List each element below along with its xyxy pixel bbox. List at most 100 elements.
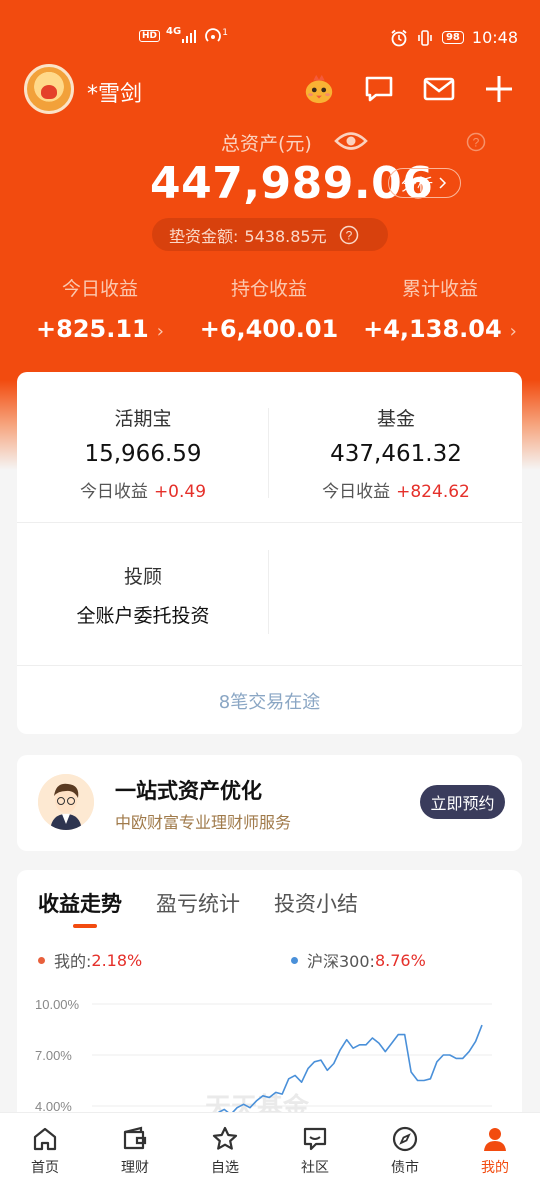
asset-title: 投顾 [123,566,162,588]
chevron-right-icon: › [509,321,517,342]
assets-card: 活期宝 15,966.59 今日收益 +0.49 基金 437,461.32 今日… [17,372,522,734]
advisor-avatar [38,774,94,830]
cumulative-income[interactable]: 累计收益 +4,138.04 › [350,274,530,343]
home-icon [33,1127,57,1151]
legend-label: 沪深300: [307,952,375,971]
avatar[interactable] [24,64,74,114]
chevron-right-icon [439,177,447,189]
divider [17,522,522,523]
legend-value: 2.18% [91,950,143,970]
hotspot-icon: 1 [204,28,228,44]
nav-label: 首页 [31,1160,59,1176]
status-bar: HD 4G 1 98 10:48 [0,22,540,54]
advance-label: 垫资金额: [169,226,239,246]
income-row: 今日收益 +825.11 › 持仓收益 +6,400.01 累计收益 +4,138… [0,274,540,348]
advisor-subtitle: 中欧财富专业理财师服务 [115,813,292,832]
holding-income-value: +6,400.01 [199,315,339,343]
legend-dot [38,956,45,964]
advance-value: 5438.85元 [244,226,327,246]
nav-item-me[interactable]: 我的 [450,1125,540,1177]
active-tab-indicator [73,924,97,928]
advisor-title: 一站式资产优化 [115,779,262,803]
legend-label: 我的: [54,952,92,971]
nav-label: 债市 [391,1160,419,1176]
legend-value: 8.76% [374,950,426,970]
hd-badge: HD [139,30,161,42]
cumulative-income-label: 累计收益 [401,278,478,300]
tab-investment-summary[interactable]: 投资小结 [274,888,358,918]
asset-cell-advisory[interactable]: 投顾 全账户委托投资 [17,562,269,628]
nav-label: 理财 [121,1160,149,1176]
legend-item-csi300: 沪深300: 8.76% [291,948,426,972]
trend-chart: 10.00% 7.00% 4.00% 天天基金 [35,997,492,1112]
y-tick-label: 7.00% [35,1048,72,1063]
asset-value: 全账户委托投资 [76,605,210,627]
battery-indicator: 98 [441,31,464,44]
mascot-icon[interactable] [302,72,336,106]
analysis-button[interactable]: 分析 [388,168,461,198]
today-income-value: +825.11 [36,315,149,343]
watermark: 天天基金 [205,1092,310,1112]
holding-income-label: 持仓收益 [230,278,307,300]
asset-title: 基金 [376,408,415,430]
person-icon [484,1128,506,1151]
alarm-icon [391,29,407,46]
tab-pnl-stats[interactable]: 盈亏统计 [156,888,240,918]
signal-icon: 4G [166,26,198,43]
y-tick-label: 4.00% [35,1099,72,1112]
hotspot-badge: 1 [222,28,228,38]
advance-amount-pill[interactable]: 垫资金额: 5438.85元 ? [152,218,388,251]
transactions-in-transit-link[interactable]: 8笔交易在途 [17,688,522,714]
today-income-label: 今日收益 [61,278,138,300]
divider [268,550,269,634]
holding-income[interactable]: 持仓收益 +6,400.01 [179,274,359,343]
asset-cell-huoqibao[interactable]: 活期宝 15,966.59 今日收益 +0.49 [17,404,269,502]
nav-label: 自选 [211,1160,239,1176]
wallet-icon [123,1126,147,1150]
nav-item-watchlist[interactable]: 自选 [180,1125,270,1177]
total-assets-label: 总资产(元) [221,133,312,155]
divider [17,665,522,666]
asset-sub-label: 今日收益 [322,482,391,502]
help-icon[interactable]: ? [339,225,359,245]
top-bar: *雪剑 [24,64,516,114]
compass-icon [392,1126,418,1152]
nav-item-home[interactable]: 首页 [0,1125,90,1177]
advisor-card[interactable]: 一站式资产优化 中欧财富专业理财师服务 立即预约 [17,755,522,851]
help-icon[interactable]: ? [466,132,486,156]
asset-sub-label: 今日收益 [79,482,148,502]
mail-icon[interactable] [422,72,456,106]
legend-item-mine: 我的: 2.18% [38,948,142,972]
book-now-button[interactable]: 立即预约 [420,785,505,819]
cumulative-income-value: +4,138.04 [363,315,502,343]
nav-label: 社区 [301,1160,329,1176]
username[interactable]: *雪剑 [87,76,142,108]
legend-dot [291,956,298,964]
svg-text:?: ? [473,136,480,150]
divider [268,408,269,498]
nav-label: 我的 [481,1160,509,1176]
nav-item-bond-market[interactable]: 债市 [360,1125,450,1177]
asset-value: 437,461.32 [330,441,462,467]
nav-item-community[interactable]: 社区 [270,1125,360,1177]
analysis-label: 分析 [400,175,433,194]
eye-icon[interactable] [334,128,368,158]
chevron-right-icon: › [156,321,164,342]
bottom-nav: 首页 理财 自选 社区 债市 我的 [0,1112,540,1188]
asset-sub-value: +0.49 [153,482,207,502]
asset-cell-fund[interactable]: 基金 437,461.32 今日收益 +824.62 [270,404,522,502]
clock: 10:48 [471,28,518,47]
asset-title: 活期宝 [114,408,172,430]
nav-item-wealth[interactable]: 理财 [90,1125,180,1177]
message-icon[interactable] [362,72,396,106]
trend-tabs: 收益走势 盈亏统计 投资小结 [38,888,358,918]
vibrate-icon [418,29,432,46]
signal-type: 4G [166,25,182,37]
asset-sub-value: +824.62 [396,482,470,502]
today-income[interactable]: 今日收益 +825.11 › [10,274,190,343]
star-icon [212,1126,238,1150]
plus-icon[interactable] [482,72,516,106]
chat-icon [303,1127,327,1151]
y-tick-label: 10.00% [35,997,80,1012]
tab-income-trend[interactable]: 收益走势 [38,888,122,918]
